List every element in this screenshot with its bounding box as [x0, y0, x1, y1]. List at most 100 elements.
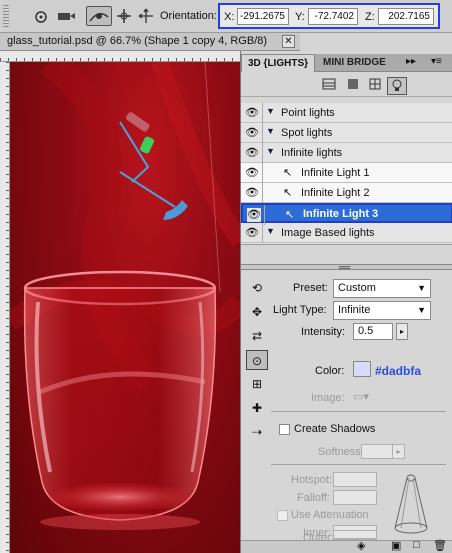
divider-line — [271, 464, 446, 465]
light-filter-icon[interactable] — [387, 77, 407, 95]
tab-3d-lights[interactable]: 3D {LIGHTS} — [241, 54, 316, 72]
rotate-light-tool-icon[interactable]: ⟲ — [246, 278, 268, 298]
list-item-infinite-lights[interactable]: 👁 ▼ Infinite lights — [241, 143, 452, 163]
y-orientation-field[interactable]: -72.7402 — [308, 8, 358, 25]
slide-light-tool-icon[interactable]: ⇄ — [246, 326, 268, 346]
expand-arrow-icon[interactable]: ▼ — [266, 106, 275, 116]
point-at-origin-tool-icon[interactable]: ⊙ — [246, 350, 268, 370]
toggle-ground-plane-icon[interactable]: ◈ — [357, 539, 365, 552]
trash-icon[interactable]: 🗑 — [433, 539, 447, 552]
create-shadows-label: Create Shadows — [294, 423, 376, 435]
drag-light-icon[interactable] — [56, 7, 76, 25]
options-bar: Orientation: X: -291.2675 Y: -72.7402 Z:… — [0, 0, 452, 33]
hotspot-field[interactable] — [333, 472, 377, 487]
list-item-point-lights[interactable]: 👁 ▼ Point lights — [241, 103, 452, 123]
list-item-label: Image Based lights — [281, 227, 375, 239]
pan-light-tool-icon[interactable]: ✥ — [246, 302, 268, 322]
list-item-label: Infinite lights — [281, 147, 343, 159]
hotspot-label: Hotspot: — [291, 474, 332, 486]
material-filter-icon[interactable] — [365, 77, 385, 95]
infinite-light-icon: ↖ — [285, 209, 295, 221]
list-item-label: Infinite Light 3 — [303, 208, 379, 220]
move-to-view-tool-icon[interactable]: ⊞ — [246, 374, 268, 394]
softness-label: Softness: — [318, 446, 364, 458]
eye-icon[interactable]: 👁 — [245, 226, 259, 240]
chevron-down-icon: ▼ — [417, 283, 426, 293]
light-guides-icon[interactable]: ⇢ — [246, 422, 268, 442]
horizontal-ruler[interactable] — [0, 51, 240, 62]
list-item-label: Infinite Light 1 — [301, 167, 370, 179]
close-icon[interactable]: ✕ — [282, 35, 295, 48]
mesh-filter-icon[interactable] — [343, 77, 363, 95]
preset-select[interactable]: Custom ▼ — [333, 279, 431, 298]
light-handle-red-icon[interactable] — [125, 111, 151, 133]
scene-filter-icon[interactable] — [319, 77, 339, 95]
list-item-label: Point lights — [281, 107, 335, 119]
eye-icon[interactable]: 👁 — [245, 146, 259, 160]
tab-mini-bridge[interactable]: MINI BRIDGE — [317, 54, 392, 72]
slide-light-icon[interactable] — [86, 6, 112, 26]
intensity-label: Intensity: — [301, 326, 346, 338]
preset-label: Preset: — [293, 282, 328, 294]
use-attenuation-label: Use Attenuation — [291, 509, 369, 521]
list-item-label: Infinite Light 2 — [301, 187, 370, 199]
new-icon[interactable]: □ — [413, 539, 420, 551]
intensity-field[interactable]: 0.5 — [353, 323, 393, 340]
list-item-image-based-lights[interactable]: 👁 ▼ Image Based lights — [241, 223, 452, 243]
options-grip[interactable] — [3, 5, 9, 27]
eye-icon[interactable]: 👁 — [245, 126, 259, 140]
create-shadows-checkbox[interactable] — [279, 424, 290, 435]
intensity-slider-toggle[interactable]: ▸ — [396, 323, 408, 340]
expand-arrow-icon[interactable]: ▼ — [266, 146, 275, 156]
list-item-spot-lights[interactable]: 👁 ▼ Spot lights — [241, 123, 452, 143]
z-orientation-field[interactable]: 202.7165 — [378, 8, 434, 25]
light-handle-blue-icon[interactable] — [163, 200, 188, 220]
chevron-down-icon: ▼ — [417, 305, 426, 315]
list-item-infinite-light-1[interactable]: 👁 ↖ Infinite Light 1 — [241, 163, 452, 183]
light-type-select[interactable]: Infinite ▼ — [333, 301, 431, 320]
scale-arrows-icon[interactable] — [136, 7, 156, 25]
folder-icon: ▭▾ — [353, 391, 369, 403]
glass-base — [48, 483, 192, 511]
falloff-field[interactable] — [333, 490, 377, 505]
expand-panel-icon[interactable]: ▸▸ — [406, 56, 416, 67]
preset-value: Custom — [338, 282, 376, 294]
document-canvas[interactable] — [10, 62, 240, 553]
use-attenuation-checkbox[interactable] — [277, 510, 288, 521]
eye-icon[interactable]: 👁 — [245, 166, 259, 180]
eye-icon[interactable]: 👁 — [247, 208, 261, 222]
panel-bottom-bar: ◈ ▣ □ 🗑 — [241, 539, 452, 553]
expand-arrow-icon[interactable]: ▼ — [266, 226, 275, 236]
color-label: Color: — [315, 365, 345, 377]
3d-lights-panel: 3D {LIGHTS} MINI BRIDGE ▸▸ ▾≡ 👁 ▼ Point … — [240, 51, 452, 553]
outer-field[interactable] — [333, 530, 377, 539]
image-label: Image: — [311, 392, 345, 404]
list-item-label: Spot lights — [281, 127, 333, 139]
rotate-light-icon[interactable] — [32, 7, 52, 25]
orientation-label: Orientation: — [160, 10, 217, 22]
x-orientation-field[interactable]: -291.2675 — [237, 8, 289, 25]
orientation-fields: X: -291.2675 Y: -72.7402 Z: 202.7165 — [218, 3, 440, 29]
eye-icon[interactable]: 👁 — [245, 186, 259, 200]
spotlight-cone-icon — [391, 470, 431, 540]
light-color-swatch[interactable] — [353, 361, 371, 377]
move-cross-icon[interactable] — [114, 7, 134, 25]
x-axis-label: X: — [224, 11, 235, 23]
infinite-light-icon: ↖ — [283, 167, 293, 179]
eye-icon[interactable]: 👁 — [245, 106, 259, 120]
list-item-infinite-light-3[interactable]: 👁 ↖ Infinite Light 3 — [241, 203, 452, 225]
divider-line — [271, 411, 446, 412]
new-light-icon[interactable]: ✚ — [246, 398, 268, 418]
render-icon[interactable]: ▣ — [391, 539, 401, 552]
canvas-artwork — [10, 62, 240, 530]
expand-arrow-icon[interactable]: ▼ — [266, 126, 275, 136]
panel-menu-icon[interactable]: ▾≡ — [431, 56, 442, 67]
light-properties: ⟲ ✥ ⇄ ⊙ ⊞ ✚ ⇢ Preset: Custom ▼ Light Typ… — [241, 270, 452, 540]
light-list: 👁 ▼ Point lights 👁 ▼ Spot lights 👁 ▼ Inf… — [241, 103, 452, 245]
vertical-ruler[interactable] — [0, 62, 10, 553]
softness-slider-toggle[interactable]: ▸ — [392, 444, 405, 459]
document-tab[interactable]: glass_tutorial.psd @ 66.7% (Shape 1 copy… — [0, 33, 300, 51]
light-type-label: Light Type: — [273, 304, 327, 316]
list-item-infinite-light-2[interactable]: 👁 ↖ Infinite Light 2 — [241, 183, 452, 203]
light-handle-green-icon[interactable] — [139, 136, 155, 155]
